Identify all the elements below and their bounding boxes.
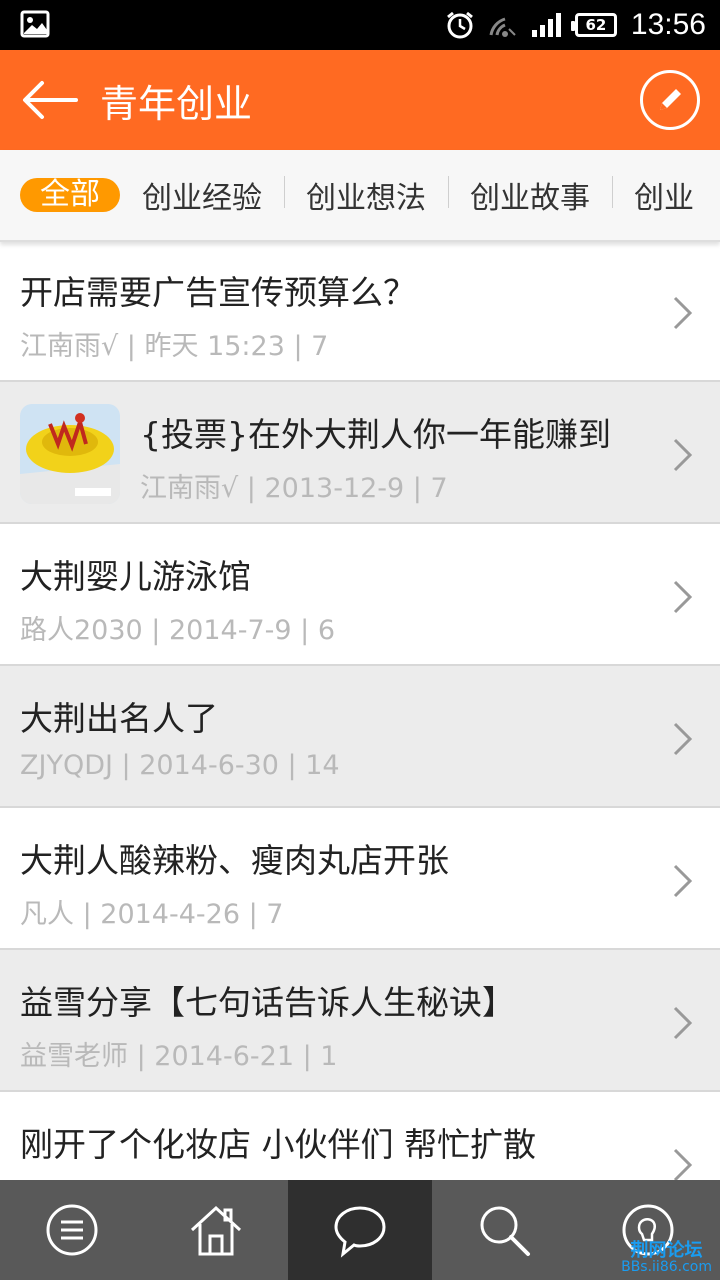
status-bar: 62 13:56 (0, 0, 720, 50)
image-icon (20, 10, 50, 38)
tab-ideas[interactable]: 创业想法 (284, 173, 448, 217)
post-title: 大荆人酸辣粉、瘦肉丸店开张 (20, 841, 449, 880)
chevron-right-icon (673, 864, 693, 898)
list-item[interactable]: 大荆出名人了 ZJYQDJ | 2014-6-30 | 14 (0, 666, 720, 808)
alarm-icon (446, 11, 473, 39)
post-meta: 江南雨√ | 昨天 15:23 | 7 (20, 331, 329, 362)
post-title: 益雪分享【七句话告诉人生秘诀】 (20, 983, 515, 1022)
page-title: 青年创业 (100, 81, 253, 126)
chevron-right-icon (673, 296, 693, 330)
chevron-right-icon (673, 1148, 693, 1182)
list-item[interactable]: {投票}在外大荆人你一年能赚到 江南雨√ | 2013-12-9 | 7 (0, 382, 720, 524)
nav-home[interactable] (144, 1180, 288, 1280)
tab-more[interactable]: 创业 (612, 173, 716, 217)
post-title: {投票}在外大荆人你一年能赚到 (140, 415, 611, 454)
list-item[interactable]: 大荆婴儿游泳馆 路人2030 | 2014-7-9 | 6 (0, 524, 720, 666)
chevron-right-icon (673, 580, 693, 614)
chat-icon (334, 1206, 386, 1258)
tab-all[interactable]: 全部 (20, 178, 120, 212)
signal-icon (531, 13, 561, 37)
post-meta: 江南雨√ | 2013-12-9 | 7 (140, 473, 448, 504)
nav-more[interactable]: 荆网论坛 BBs.ii86.com (576, 1180, 720, 1280)
post-meta: ZJYQDJ | 2014-6-30 | 14 (20, 750, 340, 781)
pencil-icon (660, 89, 681, 110)
battery-icon: 62 (570, 13, 617, 37)
nav-menu[interactable] (0, 1180, 144, 1280)
post-list: 开店需要广告宣传预算么？ 江南雨√ | 昨天 15:23 | 7 {投票}在外大… (0, 240, 720, 1234)
menu-icon (46, 1204, 98, 1256)
chevron-right-icon (673, 1006, 693, 1040)
back-arrow-icon (23, 81, 78, 119)
home-icon (190, 1205, 242, 1256)
search-icon (480, 1206, 530, 1256)
post-title: 大荆出名人了 (20, 699, 218, 738)
tab-stories[interactable]: 创业故事 (448, 173, 612, 217)
post-meta: 凡人 | 2014-4-26 | 7 (20, 899, 284, 930)
post-thumbnail (20, 404, 120, 504)
site-watermark: 荆网论坛 BBs.ii86.com (621, 1240, 712, 1275)
post-meta: 路人2030 | 2014-7-9 | 6 (20, 615, 335, 646)
app-header: 青年创业 (0, 50, 720, 150)
tab-experience[interactable]: 创业经验 (120, 173, 284, 217)
back-button[interactable] (0, 50, 100, 150)
post-meta: 益雪老师 | 2014-6-21 | 1 (20, 1041, 338, 1072)
nav-forum[interactable] (288, 1180, 432, 1280)
list-item[interactable]: 大荆人酸辣粉、瘦肉丸店开张 凡人 | 2014-4-26 | 7 (0, 808, 720, 950)
bottom-nav: 荆网论坛 BBs.ii86.com (0, 1180, 720, 1280)
post-title: 刚开了个化妆店 小伙伴们 帮忙扩散 (20, 1125, 536, 1164)
wifi-icon (489, 17, 516, 37)
chevron-right-icon (673, 722, 693, 756)
clock: 13:56 (630, 8, 706, 41)
list-item[interactable]: 开店需要广告宣传预算么？ 江南雨√ | 昨天 15:23 | 7 (0, 240, 720, 382)
nav-search[interactable] (432, 1180, 576, 1280)
chevron-right-icon (673, 438, 693, 472)
category-tab-bar: 全部 创业经验 创业想法 创业故事 创业 (0, 150, 720, 242)
compose-button[interactable] (640, 70, 700, 130)
post-title: 开店需要广告宣传预算么？ (20, 273, 416, 312)
post-title: 大荆婴儿游泳馆 (20, 557, 251, 596)
list-item[interactable]: 益雪分享【七句话告诉人生秘诀】 益雪老师 | 2014-6-21 | 1 (0, 950, 720, 1092)
